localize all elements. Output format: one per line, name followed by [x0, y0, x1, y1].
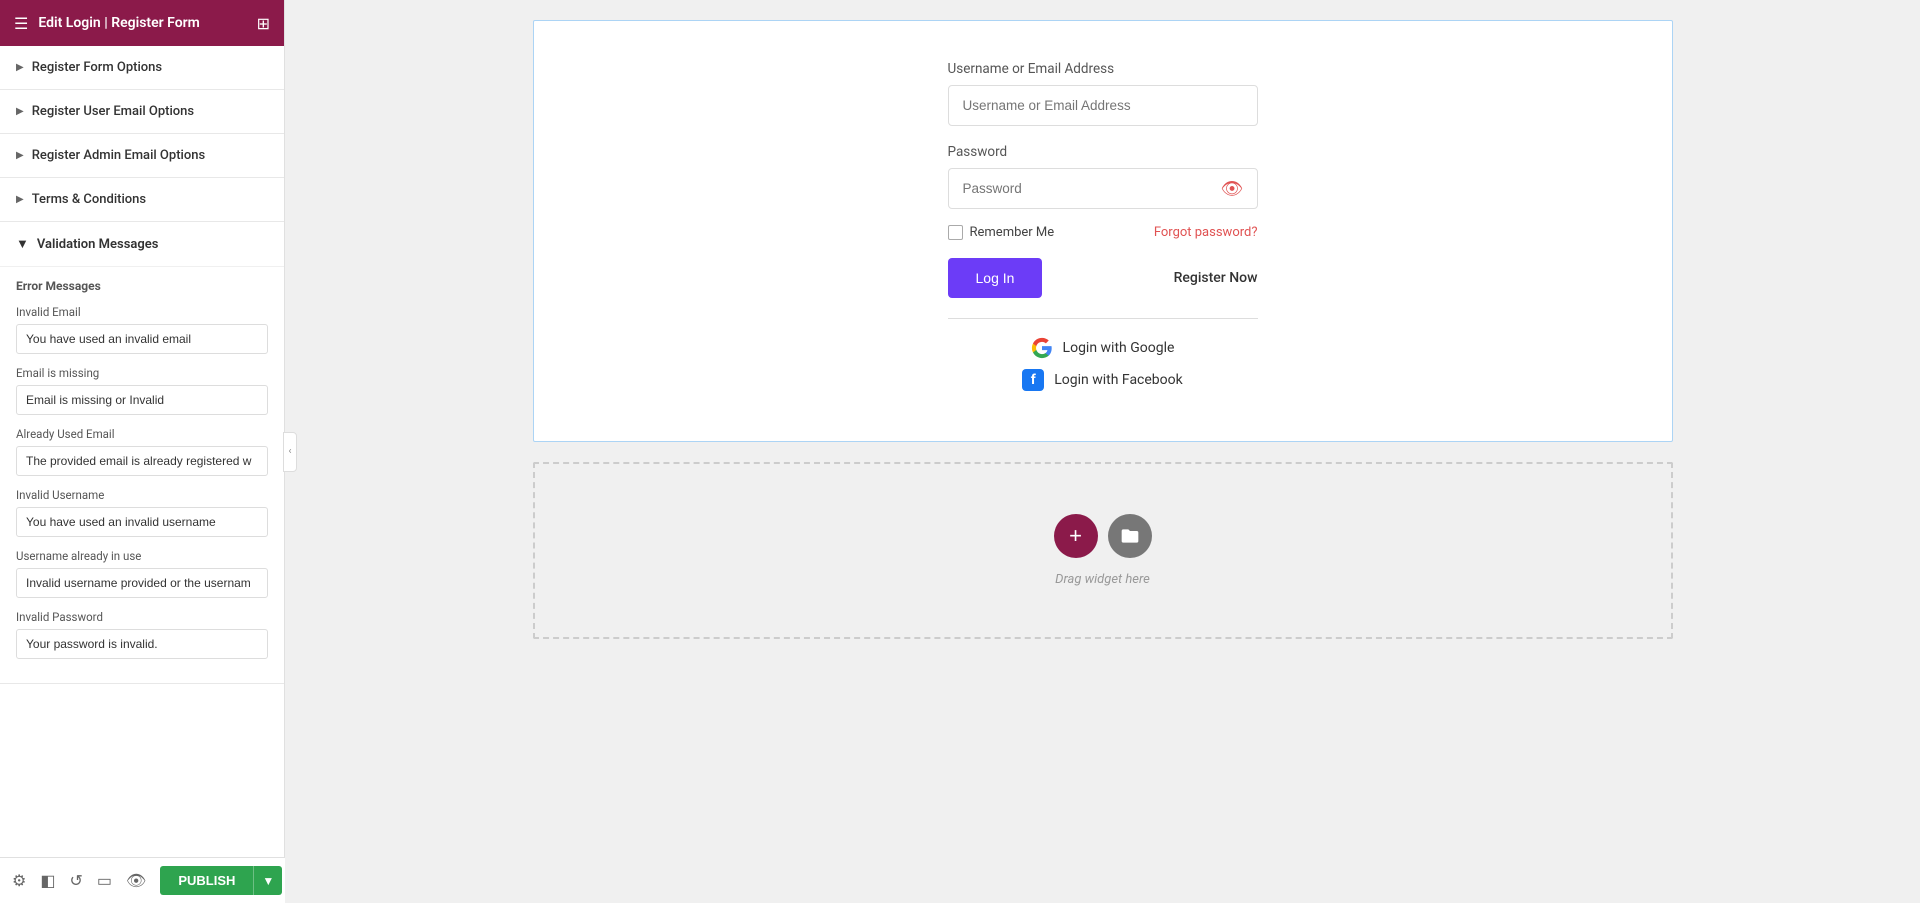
chevron-down-icon: ▼	[16, 236, 29, 252]
section-register-user-email-options: ▶ Register User Email Options	[0, 90, 284, 134]
drop-zone-icons: +	[1054, 514, 1152, 558]
username-in-use-input[interactable]	[16, 568, 268, 598]
login-widget-container: Username or Email Address Password 👁 Rem…	[533, 20, 1673, 442]
field-group-already-used-email: Already Used Email	[16, 427, 268, 476]
password-input[interactable]	[948, 168, 1258, 209]
google-icon	[1031, 337, 1053, 359]
settings-icon[interactable]: ⚙	[12, 871, 26, 890]
username-label: Username or Email Address	[948, 61, 1258, 77]
history-icon[interactable]: ↺	[69, 871, 82, 890]
username-input[interactable]	[948, 85, 1258, 126]
field-group-email-missing: Email is missing	[16, 366, 268, 415]
chevron-right-icon: ▶	[16, 62, 24, 73]
field-group-username-in-use: Username already in use	[16, 549, 268, 598]
invalid-username-label: Invalid Username	[16, 488, 268, 502]
section-register-admin-email-options-header[interactable]: ▶ Register Admin Email Options	[0, 134, 284, 177]
invalid-password-label: Invalid Password	[16, 610, 268, 624]
remember-forgot-row: Remember Me Forgot password?	[948, 225, 1258, 240]
chevron-right-icon: ▶	[16, 150, 24, 161]
section-terms-conditions-header[interactable]: ▶ Terms & Conditions	[0, 178, 284, 221]
actions-row: Log In Register Now	[948, 258, 1258, 298]
login-button[interactable]: Log In	[948, 258, 1043, 298]
invalid-username-input[interactable]	[16, 507, 268, 537]
chevron-right-icon: ▶	[16, 106, 24, 117]
section-terms-conditions: ▶ Terms & Conditions	[0, 178, 284, 222]
section-register-form-options-header[interactable]: ▶ Register Form Options	[0, 46, 284, 89]
remember-me-label[interactable]: Remember Me	[948, 225, 1055, 240]
section-register-form-options: ▶ Register Form Options	[0, 46, 284, 90]
section-validation-messages: ▼ Validation Messages Error Messages Inv…	[0, 222, 284, 684]
register-now-link[interactable]: Register Now	[1174, 270, 1258, 286]
error-messages-title: Error Messages	[16, 279, 268, 293]
email-missing-label: Email is missing	[16, 366, 268, 380]
field-group-invalid-email: Invalid Email	[16, 305, 268, 354]
section-register-admin-email-options: ▶ Register Admin Email Options	[0, 134, 284, 178]
field-group-invalid-password: Invalid Password	[16, 610, 268, 659]
publish-dropdown-button[interactable]: ▼	[253, 866, 282, 895]
section-validation-messages-header[interactable]: ▼ Validation Messages	[0, 222, 284, 267]
browse-widgets-button[interactable]	[1108, 514, 1152, 558]
forgot-password-link[interactable]: Forgot password?	[1154, 225, 1258, 240]
publish-button[interactable]: PUBLISH	[160, 866, 253, 895]
add-widget-button[interactable]: +	[1054, 514, 1098, 558]
invalid-email-label: Invalid Email	[16, 305, 268, 319]
bottom-toolbar: ⚙ ◧ ↺ ▭ 👁 PUBLISH ▼	[0, 857, 285, 903]
already-used-email-input[interactable]	[16, 446, 268, 476]
sidebar-header: ☰ Edit Login | Register Form ⊞	[0, 0, 284, 46]
email-missing-input[interactable]	[16, 385, 268, 415]
layers-icon[interactable]: ◧	[40, 871, 55, 890]
field-group-invalid-username: Invalid Username	[16, 488, 268, 537]
menu-icon[interactable]: ☰	[14, 14, 28, 33]
folder-icon	[1120, 526, 1140, 546]
main-canvas: Username or Email Address Password 👁 Rem…	[285, 0, 1920, 903]
chevron-right-icon: ▶	[16, 194, 24, 205]
show-password-icon[interactable]: 👁	[1221, 178, 1244, 199]
invalid-email-input[interactable]	[16, 324, 268, 354]
eye-preview-icon[interactable]: 👁	[126, 871, 146, 890]
section-register-user-email-options-header[interactable]: ▶ Register User Email Options	[0, 90, 284, 133]
invalid-password-input[interactable]	[16, 629, 268, 659]
drop-zone: + Drag widget here	[533, 462, 1673, 639]
sidebar-title: Edit Login | Register Form	[38, 15, 200, 31]
username-in-use-label: Username already in use	[16, 549, 268, 563]
grid-icon[interactable]: ⊞	[257, 14, 270, 33]
validation-content: Error Messages Invalid Email Email is mi…	[0, 267, 284, 683]
already-used-email-label: Already Used Email	[16, 427, 268, 441]
social-buttons: Login with Google f Login with Facebook	[948, 337, 1258, 391]
password-wrapper: 👁	[948, 168, 1258, 209]
publish-group: PUBLISH ▼	[160, 866, 282, 895]
facebook-icon: f	[1022, 369, 1044, 391]
sidebar-collapse-handle[interactable]: ‹	[283, 432, 297, 472]
device-preview-icon[interactable]: ▭	[97, 871, 112, 890]
remember-me-checkbox[interactable]	[948, 225, 963, 240]
divider	[948, 318, 1258, 319]
drop-zone-text: Drag widget here	[1055, 572, 1150, 587]
password-label: Password	[948, 144, 1258, 160]
google-login-button[interactable]: Login with Google	[1031, 337, 1175, 359]
facebook-login-button[interactable]: f Login with Facebook	[1022, 369, 1182, 391]
